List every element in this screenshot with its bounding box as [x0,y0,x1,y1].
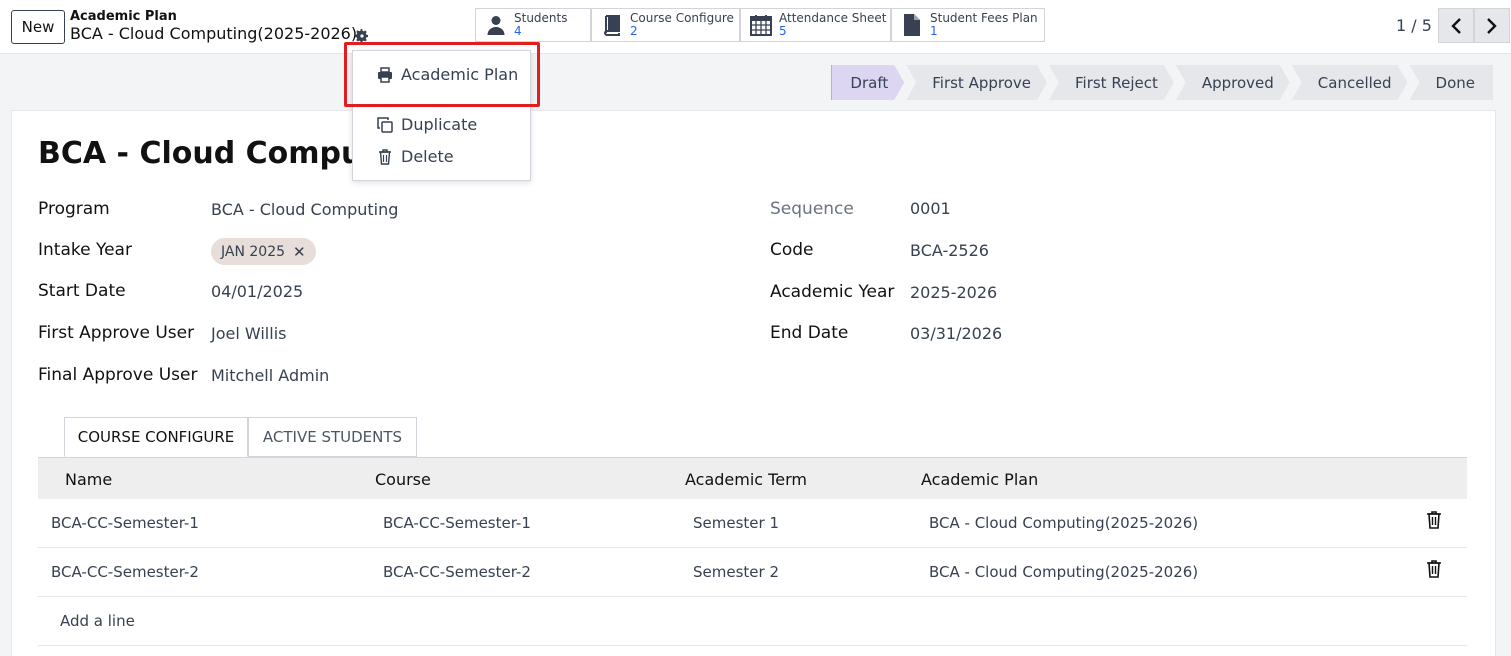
tab-course-configure[interactable]: COURSE CONFIGURE [64,417,248,457]
smart-button-label: Students [514,11,568,25]
end-date-field[interactable]: 03/31/2026 [910,324,1002,343]
smart-button-label: Course Configure [630,11,734,25]
program-field[interactable]: BCA - Cloud Computing [211,200,398,219]
smart-button-students[interactable]: Students 4 [475,8,591,42]
menu-item-label: Duplicate [401,115,478,134]
pager-previous-button[interactable] [1438,8,1474,43]
intake-year-tag: JAN 2025 ✕ [211,238,316,265]
intake-year-tag-label: JAN 2025 [221,243,286,260]
tab-active-students[interactable]: ACTIVE STUDENTS [248,417,417,457]
smart-button-count: 2 [630,24,638,38]
start-date-field[interactable]: 04/01/2025 [211,282,303,301]
cell-academic-term: Semester 1 [693,514,779,532]
cell-name: BCA-CC-Semester-2 [51,563,199,581]
smart-button-course-configure[interactable]: Course Configure 2 [591,8,740,42]
cell-academic-term: Semester 2 [693,563,779,581]
add-line-row [38,597,1467,646]
smart-button-attendance-sheet[interactable]: Attendance Sheet 5 [740,8,891,42]
chevron-left-icon [1451,17,1461,34]
breadcrumb-parent[interactable]: Academic Plan [70,9,177,24]
first-approve-user-label: First Approve User [38,323,195,343]
code-label: Code [770,240,814,260]
add-line-link[interactable]: Add a line [60,612,135,630]
pager-value[interactable]: 1 / 5 [1396,16,1432,35]
intake-year-label: Intake Year [38,240,132,260]
column-header-course[interactable]: Course [375,470,431,489]
table-row[interactable]: BCA-CC-Semester-2 BCA-CC-Semester-2 Seme… [38,548,1467,597]
stage-first-reject[interactable]: First Reject [1049,65,1174,100]
trash-icon[interactable] [1426,511,1442,529]
cell-name: BCA-CC-Semester-1 [51,514,199,532]
pager-next-button[interactable] [1474,8,1510,43]
cell-course: BCA-CC-Semester-2 [383,563,531,581]
table-row[interactable]: BCA-CC-Semester-1 BCA-CC-Semester-1 Seme… [38,499,1467,548]
cell-academic-plan: BCA - Cloud Computing(2025-2026) [929,563,1199,581]
final-approve-user-label: Final Approve User [38,365,198,385]
academic-year-field[interactable]: 2025-2026 [910,283,997,302]
cell-course: BCA-CC-Semester-1 [383,514,531,532]
smart-button-count: 1 [930,24,938,38]
trash-icon [379,148,391,165]
smart-button-student-fees-plan[interactable]: Student Fees Plan 1 [891,8,1045,42]
user-icon [487,16,505,35]
end-date-label: End Date [770,323,849,343]
file-icon [904,14,920,36]
table-header: Name Course Academic Term Academic Plan [38,457,1467,499]
new-button[interactable]: New [11,10,65,44]
stage-approved[interactable]: Approved [1176,65,1290,100]
highlight-box [344,42,540,107]
sequence-field: 0001 [910,199,951,218]
chevron-right-icon [1487,17,1497,34]
smart-button-label: Attendance Sheet [779,11,887,25]
smart-button-label: Student Fees Plan [930,11,1038,25]
start-date-label: Start Date [38,281,126,301]
control-panel: New Academic Plan BCA - Cloud Computing(… [0,0,1511,54]
stage-first-approve[interactable]: First Approve [906,65,1047,100]
calendar-icon [750,15,772,36]
academic-year-label: Academic Year [770,282,895,302]
copy-icon [377,116,393,133]
program-label: Program [38,199,110,219]
final-approve-user-field[interactable]: Mitchell Admin [211,366,329,385]
remove-tag-icon[interactable]: ✕ [293,243,306,261]
statusbar: Draft First Approve First Reject Approve… [829,65,1493,100]
book-icon [604,15,620,36]
smart-button-count: 5 [779,24,787,38]
first-approve-user-field[interactable]: Joel Willis [211,324,286,343]
trash-icon[interactable] [1426,560,1442,578]
code-field[interactable]: BCA-2526 [910,241,989,260]
menu-item-duplicate[interactable]: Duplicate [377,115,477,134]
column-header-academic-term[interactable]: Academic Term [685,470,807,489]
menu-item-label: Delete [401,147,454,166]
stage-draft[interactable]: Draft [831,65,904,100]
breadcrumb-current: BCA - Cloud Computing(2025-2026) [70,24,358,43]
column-header-name[interactable]: Name [65,470,112,489]
sequence-label: Sequence [770,199,854,219]
cell-academic-plan: BCA - Cloud Computing(2025-2026) [929,514,1199,532]
column-header-academic-plan[interactable]: Academic Plan [921,470,1038,489]
menu-item-delete[interactable]: Delete [377,147,454,166]
stage-cancelled[interactable]: Cancelled [1292,65,1408,100]
smart-button-count: 4 [514,24,522,38]
stage-done[interactable]: Done [1409,65,1493,100]
